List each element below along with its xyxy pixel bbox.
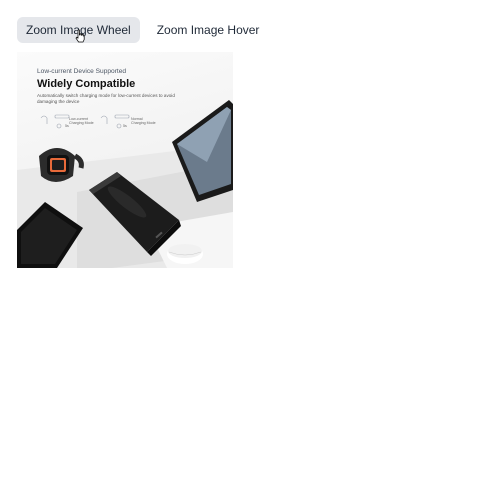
mode-low-time: 5s [65, 124, 69, 128]
earbuds-case [167, 244, 203, 264]
product-description: Automatically switch charging mode for l… [37, 93, 175, 104]
mode-normal-time: 5s [123, 124, 127, 128]
product-image[interactable]: Low-current Device Supported Widely Comp… [17, 52, 233, 268]
product-heading: Widely Compatible [37, 78, 136, 90]
hand-pointer-cursor-icon [75, 29, 85, 43]
zoom-mode-tabs: Zoom Image Wheel Zoom Image Hover [17, 17, 268, 43]
mode-normal-label: Normal Charging Mode [131, 117, 156, 126]
mode-low-label: Low-current Charging Mode [69, 117, 94, 126]
tab-zoom-image-hover[interactable]: Zoom Image Hover [148, 17, 269, 43]
page: Zoom Image Wheel Zoom Image Hover Low-cu… [0, 0, 478, 480]
product-subtitle: Low-current Device Supported [37, 68, 127, 75]
